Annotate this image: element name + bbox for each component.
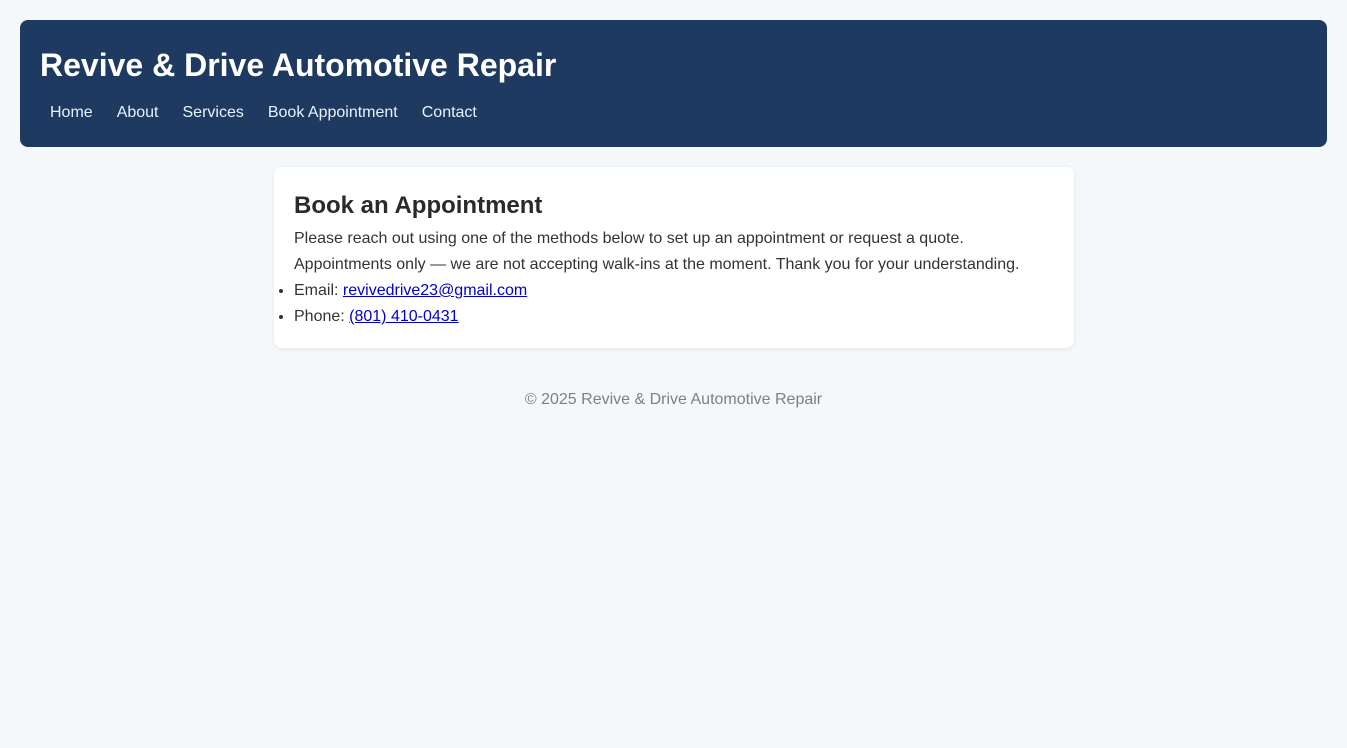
appointment-card: Book an Appointment Please reach out usi… bbox=[274, 167, 1074, 348]
contact-list: Email: revivedrive23@gmail.com Phone: (8… bbox=[294, 278, 1054, 330]
contact-item-phone: Phone: (801) 410-0431 bbox=[294, 304, 1054, 330]
copyright-text: © 2025 Revive & Drive Automotive Repair bbox=[524, 391, 823, 408]
nav-link-home[interactable]: Home bbox=[50, 104, 93, 122]
site-title: Revive & Drive Automotive Repair bbox=[40, 47, 557, 83]
phone-link[interactable]: (801) 410-0431 bbox=[349, 308, 458, 325]
main-nav: Home About Services Book Appointment Con… bbox=[40, 104, 1307, 122]
site-footer: © 2025 Revive & Drive Automotive Repair bbox=[0, 390, 1347, 410]
walk-in-notice: Appointments only — we are not accepting… bbox=[294, 256, 1020, 273]
nav-link-about[interactable]: About bbox=[117, 104, 159, 122]
site-header: Revive & Drive Automotive Repair Home Ab… bbox=[20, 20, 1327, 147]
intro-text: Please reach out using one of the method… bbox=[294, 230, 964, 247]
page-title: Book an Appointment bbox=[294, 192, 543, 219]
nav-link-services[interactable]: Services bbox=[183, 104, 244, 122]
phone-label: Phone: bbox=[294, 308, 350, 325]
email-label: Email: bbox=[294, 282, 343, 299]
nav-link-book-appointment[interactable]: Book Appointment bbox=[268, 104, 398, 122]
contact-item-email: Email: revivedrive23@gmail.com bbox=[294, 278, 1054, 304]
email-link[interactable]: revivedrive23@gmail.com bbox=[343, 282, 527, 299]
nav-link-contact[interactable]: Contact bbox=[422, 104, 477, 122]
